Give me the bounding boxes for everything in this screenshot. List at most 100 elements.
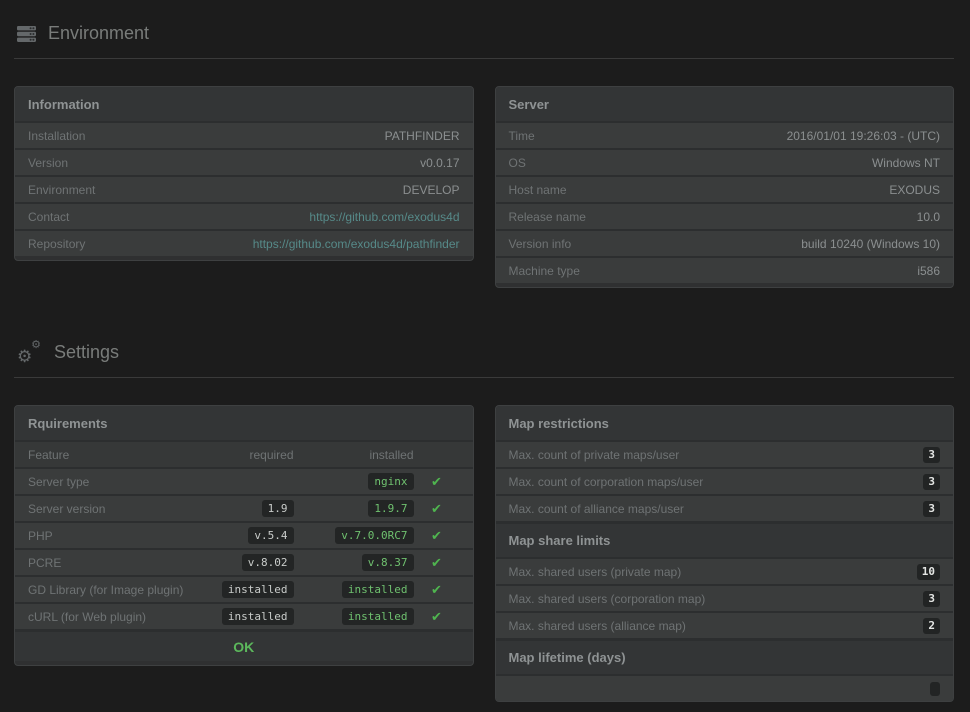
- feature-label: cURL (for Web plugin): [28, 610, 189, 624]
- map-restrictions-title: Map restrictions: [496, 406, 954, 440]
- value-badge: 3: [923, 474, 940, 490]
- info-row-contact: Contact https://github.com/exodus4d: [15, 202, 473, 229]
- environment-section-title: Environment: [48, 23, 149, 44]
- req-row-server-version: Server version 1.9 1.9.7 ✔: [15, 494, 473, 521]
- server-row-machinetype: Machine type i586: [496, 256, 954, 283]
- server-panel: Server Time 2016/01/01 19:26:03 - (UTC) …: [495, 86, 955, 288]
- row-label: Max. count of private maps/user: [509, 448, 680, 462]
- info-row-version: Version v0.0.17: [15, 148, 473, 175]
- required-badge: v.8.02: [242, 554, 294, 571]
- value-badge: 3: [923, 501, 940, 517]
- server-panel-title: Server: [496, 87, 954, 121]
- check-icon: ✔: [431, 501, 442, 516]
- map-settings-panel: Map restrictions Max. count of private m…: [495, 405, 955, 702]
- gear-small-icon: ⚙: [31, 340, 41, 351]
- requirements-panel: Rquirements Feature required installed S…: [14, 405, 474, 666]
- row-label: Max. shared users (private map): [509, 565, 682, 579]
- value-badge: 10: [917, 564, 940, 580]
- check-icon: ✔: [431, 555, 442, 570]
- settings-panels: Rquirements Feature required installed S…: [14, 405, 954, 702]
- row-label: Max. count of alliance maps/user: [509, 502, 684, 516]
- server-row-time: Time 2016/01/01 19:26:03 - (UTC): [496, 121, 954, 148]
- info-row-repository: Repository https://github.com/exodus4d/p…: [15, 229, 473, 256]
- map-row-private-maps: Max. count of private maps/user 3: [496, 440, 954, 467]
- column-feature: Feature: [28, 448, 189, 462]
- req-row-pcre: PCRE v.8.02 v.8.37 ✔: [15, 548, 473, 575]
- row-value: Windows NT: [872, 156, 940, 170]
- feature-label: PCRE: [28, 556, 189, 570]
- settings-section-title: Settings: [54, 342, 119, 363]
- info-row-installation: Installation PATHFINDER: [15, 121, 473, 148]
- row-label: Release name: [509, 210, 586, 224]
- row-label: Contact: [28, 210, 69, 224]
- row-label: Version info: [509, 237, 572, 251]
- check-icon: ✔: [431, 609, 442, 624]
- row-value: 2016/01/01 19:26:03 - (UTC): [787, 129, 940, 143]
- row-label: Machine type: [509, 264, 580, 278]
- map-row-corporation-maps: Max. count of corporation maps/user 3: [496, 467, 954, 494]
- server-row-os: OS Windows NT: [496, 148, 954, 175]
- row-label: Version: [28, 156, 68, 170]
- feature-label: PHP: [28, 529, 189, 543]
- requirements-status: OK: [15, 629, 473, 661]
- row-label: Repository: [28, 237, 85, 251]
- row-label: Max. count of corporation maps/user: [509, 475, 704, 489]
- repository-link[interactable]: https://github.com/exodus4d/pathfinder: [253, 237, 460, 251]
- server-row-release: Release name 10.0: [496, 202, 954, 229]
- installed-badge: 1.9.7: [368, 500, 413, 517]
- check-icon: ✔: [431, 474, 442, 489]
- map-row-shared-private: Max. shared users (private map) 10: [496, 557, 954, 584]
- installed-badge: nginx: [368, 473, 413, 490]
- required-badge: installed: [222, 608, 294, 625]
- requirements-table-header: Feature required installed: [15, 440, 473, 467]
- req-row-curl: cURL (for Web plugin) installed installe…: [15, 602, 473, 629]
- installed-badge: v.8.37: [362, 554, 414, 571]
- settings-section-header: ⚙ ⚙ Settings: [14, 318, 954, 378]
- row-label: Time: [509, 129, 535, 143]
- info-row-environment: Environment DEVELOP: [15, 175, 473, 202]
- gear-large-icon: ⚙: [17, 348, 32, 365]
- contact-link[interactable]: https://github.com/exodus4d: [309, 210, 459, 224]
- value-badge: 3: [923, 447, 940, 463]
- environment-settings-page: Environment Information Installation PAT…: [0, 0, 970, 712]
- map-lifetime-title: Map lifetime (days): [496, 638, 954, 674]
- row-label: Max. shared users (alliance map): [509, 619, 686, 633]
- req-row-gd-library: GD Library (for Image plugin) installed …: [15, 575, 473, 602]
- feature-label: GD Library (for Image plugin): [28, 583, 189, 597]
- row-value: 10.0: [917, 210, 940, 224]
- installed-badge: v.7.0.0RC7: [335, 527, 413, 544]
- server-row-hostname: Host name EXODUS: [496, 175, 954, 202]
- required-badge: installed: [222, 581, 294, 598]
- value-badge: 2: [923, 618, 940, 634]
- row-label: Host name: [509, 183, 567, 197]
- map-row-alliance-maps: Max. count of alliance maps/user 3: [496, 494, 954, 521]
- information-panel-title: Information: [15, 87, 473, 121]
- row-value: build 10240 (Windows 10): [801, 237, 940, 251]
- check-icon: ✔: [431, 582, 442, 597]
- row-value: EXODUS: [889, 183, 940, 197]
- gears-icon: ⚙ ⚙: [17, 341, 42, 363]
- environment-section-header: Environment: [14, 0, 954, 59]
- row-value: v0.0.17: [420, 156, 459, 170]
- req-row-php: PHP v.5.4 v.7.0.0RC7 ✔: [15, 521, 473, 548]
- required-badge: 1.9: [262, 500, 294, 517]
- installed-badge: installed: [342, 608, 414, 625]
- server-stack-icon: [17, 26, 36, 42]
- row-value: PATHFINDER: [385, 129, 460, 143]
- row-label: OS: [509, 156, 526, 170]
- requirements-panel-title: Rquirements: [15, 406, 473, 440]
- row-label: Environment: [28, 183, 95, 197]
- feature-label: Server type: [28, 475, 189, 489]
- row-value: i586: [917, 264, 940, 278]
- information-panel: Information Installation PATHFINDER Vers…: [14, 86, 474, 261]
- row-label: Installation: [28, 129, 85, 143]
- value-badge: 3: [923, 591, 940, 607]
- server-row-versioninfo: Version info build 10240 (Windows 10): [496, 229, 954, 256]
- map-row-shared-corporation: Max. shared users (corporation map) 3: [496, 584, 954, 611]
- map-row-lifetime-clipped: [496, 674, 954, 701]
- row-label: Max. shared users (corporation map): [509, 592, 706, 606]
- map-share-limits-title: Map share limits: [496, 521, 954, 557]
- column-required: required: [189, 448, 294, 462]
- row-value: DEVELOP: [403, 183, 460, 197]
- check-icon: ✔: [431, 528, 442, 543]
